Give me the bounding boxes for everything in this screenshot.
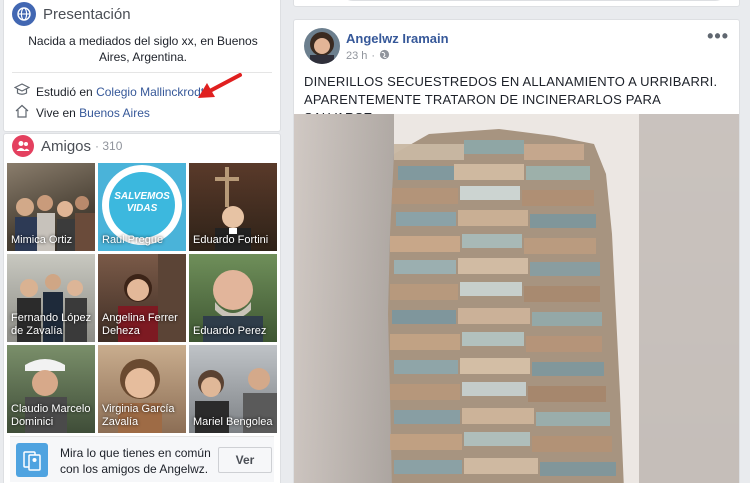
friend-tile[interactable]: Eduardo Fortini — [189, 163, 277, 251]
friends-icon — [12, 135, 34, 157]
intro-header: Presentación — [12, 1, 131, 27]
author-avatar[interactable] — [304, 28, 340, 64]
money-stack-image — [294, 114, 739, 483]
friend-tile[interactable]: Virginia García Zavalía — [98, 345, 186, 433]
view-button[interactable]: Ver — [218, 447, 272, 473]
composer-card — [293, 0, 740, 7]
friend-tile[interactable]: Eduardo Perez — [189, 254, 277, 342]
mutual-friends-box: Mira lo que tienes en común con los amig… — [10, 436, 274, 482]
more-icon[interactable]: ••• — [707, 26, 729, 47]
friend-name: Mariel Bengolea — [193, 416, 273, 428]
globe-icon — [12, 2, 36, 26]
intro-bio: Nacida a mediados del siglo xx, en Bueno… — [28, 34, 258, 64]
graduation-cap-icon — [13, 83, 31, 100]
lives-link[interactable]: Buenos Aires — [79, 106, 150, 120]
logo-text: SALVEMOS VIDAS — [114, 191, 170, 214]
friends-header[interactable]: Amigos · 310 — [12, 134, 122, 158]
education-prefix: Estudió en — [36, 84, 93, 99]
lives-prefix: Vive en — [36, 105, 76, 120]
friend-name: Angelina Ferrer Deheza — [102, 312, 178, 337]
post-photo[interactable] — [294, 114, 739, 483]
post-time[interactable]: 23 h — [346, 50, 367, 62]
friend-tile[interactable]: Fernando López de Zavalía — [7, 254, 95, 342]
intro-title: Presentación — [43, 5, 131, 23]
friend-name: Mimica Ortiz — [11, 234, 73, 246]
friend-name: Fernando López de Zavalía — [11, 312, 92, 337]
post-meta: 23 h · — [346, 49, 390, 63]
public-globe-icon — [379, 49, 390, 63]
avatar-photo — [304, 28, 340, 64]
friend-tile[interactable]: Claudio Marcelo Dominici — [7, 345, 95, 433]
red-arrow-annotation — [198, 73, 242, 98]
composer-input[interactable] — [339, 0, 729, 1]
mutual-friends-icon — [16, 443, 48, 477]
lives-row: Vive en Buenos Aires — [14, 104, 150, 121]
mutual-friends-text: Mira lo que tienes en común con los amig… — [60, 446, 211, 476]
friend-tile[interactable]: Angelina Ferrer Deheza — [98, 254, 186, 342]
friend-name: Eduardo Fortini — [193, 234, 269, 246]
friend-name: Eduardo Perez — [193, 325, 267, 337]
post-card: Angelwz Iramain 23 h · ••• DINERILLOS SE… — [293, 19, 740, 483]
friend-name: Raul Pregue — [102, 234, 164, 246]
friend-name: Claudio Marcelo Dominici — [11, 403, 91, 428]
friend-tile[interactable]: Mariel Bengolea — [189, 345, 277, 433]
home-icon — [14, 104, 30, 121]
intro-card: Presentación Nacida a mediados del siglo… — [3, 0, 281, 132]
education-row: Estudió en Colegio Mallinckrodt — [13, 83, 204, 100]
post-author[interactable]: Angelwz Iramain — [346, 31, 449, 46]
friends-card: Amigos · 310 Mimica Ortiz SALVEMOS VIDAS… — [3, 133, 281, 483]
education-link[interactable]: Colegio Mallinckrodt — [96, 85, 204, 99]
friends-count: · 310 — [95, 139, 123, 153]
friends-title: Amigos — [41, 137, 92, 155]
friend-tile[interactable]: SALVEMOS VIDAS Raul Pregue — [98, 163, 186, 251]
friend-name: Virginia García Zavalía — [102, 403, 175, 428]
friend-tile[interactable]: Mimica Ortiz — [7, 163, 95, 251]
